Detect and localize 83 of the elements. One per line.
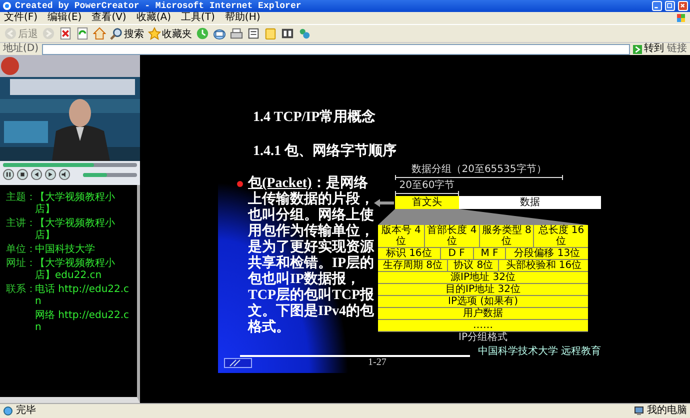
table-cell: D F [440, 248, 474, 259]
info-value: 电话 http://edu22.cn [35, 284, 130, 308]
table-cell-text: 源IP地址 32位 [450, 272, 516, 283]
table-cell: 生存周期 8位 [378, 260, 448, 271]
table-cell: 服务类型 8位 [480, 225, 534, 247]
info-label: 单位： [6, 244, 32, 256]
star-icon [148, 27, 161, 40]
table-cell: 版本号 4位 [378, 225, 426, 247]
dimension-line [395, 191, 459, 196]
home-button[interactable] [93, 27, 106, 40]
table-cell-text: 总长度 16位 [537, 225, 586, 247]
pen-icon [224, 358, 252, 368]
refresh-button[interactable] [76, 27, 89, 40]
menu-item[interactable]: 查看(V) [92, 12, 126, 24]
table-cell-text: 分段偏移 13位 [513, 248, 582, 259]
arrow-icon [633, 44, 642, 54]
bullet-text: 包(Packet)：是网络上传输数据的片段，也叫分组。网络上使用包作为传输单位，是为了更好实现资源共享和检错。IP层的包也叫IP数据报，TCP层的包叫TCP报文。下图是IPv4的包格式。 [248, 176, 376, 337]
previous-button[interactable] [31, 169, 42, 180]
info-label: 主讲： [6, 218, 32, 230]
slide-title: 1.4 TCP/IP常用概念 [253, 108, 377, 126]
table-cell: M F [474, 248, 506, 259]
table-cell: 首部长度 4位 [425, 225, 480, 247]
address-field[interactable] [42, 44, 630, 54]
menu-item[interactable]: 工具(T) [181, 12, 215, 24]
address-label: 地址(D) [3, 43, 39, 55]
table-cell: 协议 8位 [448, 260, 500, 271]
menu-item[interactable]: 收藏(A) [136, 12, 171, 24]
bullet-icon [237, 181, 243, 187]
messenger-button[interactable] [298, 27, 311, 40]
links-label[interactable]: 链接 [667, 43, 687, 55]
stop-button[interactable] [59, 27, 72, 40]
search-icon [110, 27, 123, 40]
book-button[interactable] [281, 27, 294, 40]
menu-item[interactable]: 文件(F) [4, 12, 38, 24]
table-cell-text: IP选项 (如果有) [447, 296, 519, 307]
volume-slider[interactable] [83, 172, 137, 176]
info-label: 主题： [6, 192, 32, 204]
windows-flag-icon [676, 13, 686, 23]
back-icon [4, 27, 17, 40]
mail-button[interactable] [213, 27, 226, 40]
info-value: 【大学视频教程小店】edu22.cn [35, 258, 116, 282]
info-value: 【大学视频教程小店】 [35, 218, 116, 242]
close-button[interactable] [678, 1, 688, 11]
arrow-icon [373, 198, 395, 208]
header-segment: 首文头 [395, 196, 459, 209]
status-text: 完毕 [16, 405, 36, 417]
dimension-label: 20至60字节 [398, 180, 456, 191]
info-value: 网络 http://edu22.cn [35, 310, 130, 334]
computer-icon [634, 406, 644, 416]
maximize-button[interactable] [665, 1, 675, 11]
edit-button[interactable] [247, 27, 260, 40]
table-cell-text: 头部校验和 16位 [504, 260, 583, 271]
footer-text: 中国科学技术大学 远程教育 [478, 346, 602, 357]
table-cell-text: 用户数据 [462, 308, 504, 319]
browser-icon [2, 1, 12, 11]
menu-item[interactable]: 帮助(H) [224, 12, 260, 24]
page-number: 1-27 [368, 357, 386, 368]
seek-slider[interactable] [3, 163, 137, 167]
pause-button[interactable] [3, 169, 14, 180]
window-title: Created by PowerCreator - Microsoft Internet Explorer [15, 1, 302, 11]
table-cell-text: …… [472, 320, 494, 331]
toolbar-button[interactable]: 搜索 [110, 26, 144, 40]
next-button[interactable] [45, 169, 56, 180]
minimize-button[interactable] [652, 1, 662, 11]
slide-subtitle: 1.4.1 包、网络字节顺序 [253, 142, 398, 160]
info-label: 网址： [6, 258, 32, 270]
data-segment: 数据 [459, 196, 601, 209]
table-cell-text: 目的IP地址 32位 [444, 284, 522, 295]
toolbar-button[interactable]: 收藏夹 [148, 26, 192, 40]
history-button[interactable] [196, 27, 209, 40]
info-value: 中国科技大学 [35, 244, 96, 256]
print-button[interactable] [230, 27, 243, 40]
zone-text: 我的电脑 [647, 405, 687, 417]
info-value: 【大学视频教程小店】 [35, 192, 116, 216]
speaker-button[interactable] [59, 169, 70, 180]
info-label: 联系： [6, 284, 32, 297]
go-button[interactable]: 转到 [633, 43, 664, 55]
dimension-label: 数据分组（20至65535字节） [410, 164, 548, 175]
stop-button[interactable] [17, 169, 28, 180]
table-caption: IP分组格式 [458, 332, 508, 344]
table-cell: 标识 16位 [378, 248, 441, 259]
page-icon [3, 406, 13, 416]
menu-item[interactable]: 编辑(E) [48, 12, 82, 24]
